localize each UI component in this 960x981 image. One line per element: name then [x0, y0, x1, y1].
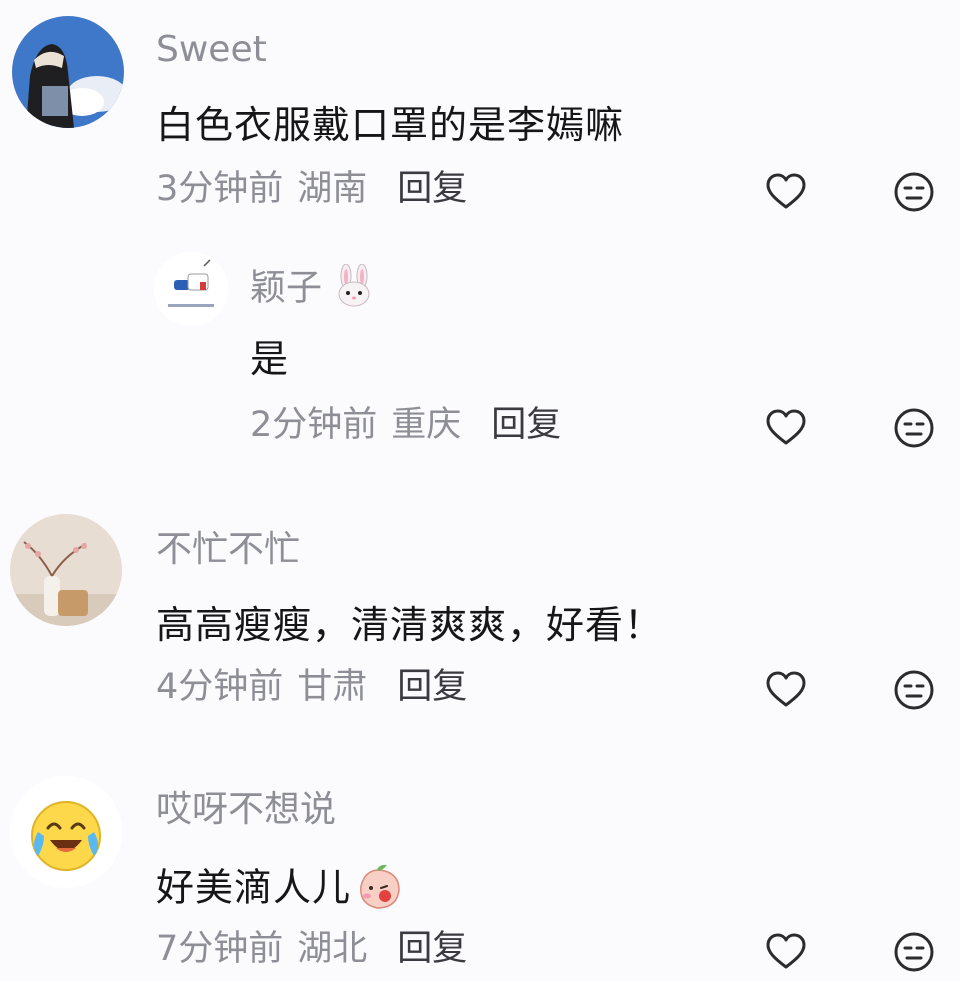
avatar-image: [12, 16, 124, 128]
comment-meta: 3分钟前 湖南 回复: [156, 172, 467, 207]
avatar-image: [10, 514, 122, 626]
heart-outline-icon[interactable]: [764, 930, 808, 974]
avatar-yingzi[interactable]: [154, 252, 228, 326]
comment-author[interactable]: 颖子: [250, 263, 376, 315]
rabbit-face-icon: [332, 263, 376, 315]
neutral-face-icon[interactable]: [892, 930, 936, 974]
avatar-bumang[interactable]: [10, 514, 122, 626]
avatar-sweet[interactable]: [12, 16, 124, 128]
comment-time: 3分钟前: [156, 169, 284, 209]
avatar-image: [10, 776, 122, 888]
reply-button[interactable]: 回复: [397, 932, 467, 967]
comment-author[interactable]: 不忙不忙: [156, 532, 300, 568]
comment-2-reply: 颖子 是 2分钟前 重庆 回复: [0, 240, 960, 480]
comment-time: 4分钟前: [156, 667, 284, 707]
avatar-image: [154, 252, 228, 326]
neutral-face-icon[interactable]: [892, 406, 936, 450]
comment-region: 湖南: [297, 169, 368, 209]
comment-time: 7分钟前: [156, 929, 284, 969]
reply-button[interactable]: 回复: [491, 408, 561, 443]
comment-region: 甘肃: [297, 667, 368, 707]
comment-3: 不忙不忙 高高瘦瘦，清清爽爽，好看！ 4分钟前 甘肃 回复: [0, 500, 960, 740]
neutral-face-icon[interactable]: [892, 668, 936, 712]
comment-1: Sweet 白色衣服戴口罩的是李嫣嘛 3分钟前 湖南 回复: [0, 0, 960, 240]
blowing-kiss-peach-icon: [353, 862, 405, 918]
comment-text: 是: [250, 337, 290, 381]
comment-author[interactable]: 哎呀不想说: [156, 792, 336, 828]
comment-text: 白色衣服戴口罩的是李嫣嘛: [156, 103, 625, 147]
comment-text: 高高瘦瘦，清清爽爽，好看！: [156, 603, 664, 647]
reply-button[interactable]: 回复: [397, 670, 467, 705]
comment-time: 2分钟前: [250, 405, 378, 445]
comment-meta: 4分钟前 甘肃 回复: [156, 670, 467, 705]
reply-button[interactable]: 回复: [397, 172, 467, 207]
neutral-face-icon[interactable]: [892, 170, 936, 214]
heart-outline-icon[interactable]: [764, 406, 808, 450]
comment-region: 湖北: [297, 929, 368, 969]
comment-meta: 2分钟前 重庆 回复: [250, 408, 561, 443]
heart-outline-icon[interactable]: [764, 170, 808, 214]
comment-meta: 7分钟前 湖北 回复: [156, 932, 467, 967]
comment-text: 好美滴人儿: [156, 862, 405, 918]
comment-region: 重庆: [391, 405, 462, 445]
heart-outline-icon[interactable]: [764, 668, 808, 712]
avatar-aiya[interactable]: [10, 776, 122, 888]
comment-text-content: 好美滴人儿: [156, 865, 352, 910]
comment-author[interactable]: Sweet: [156, 32, 267, 68]
author-name: 颖子: [250, 267, 323, 309]
comment-4: 哎呀不想说 好美滴人儿 7分钟前 湖北 回复: [0, 760, 960, 981]
